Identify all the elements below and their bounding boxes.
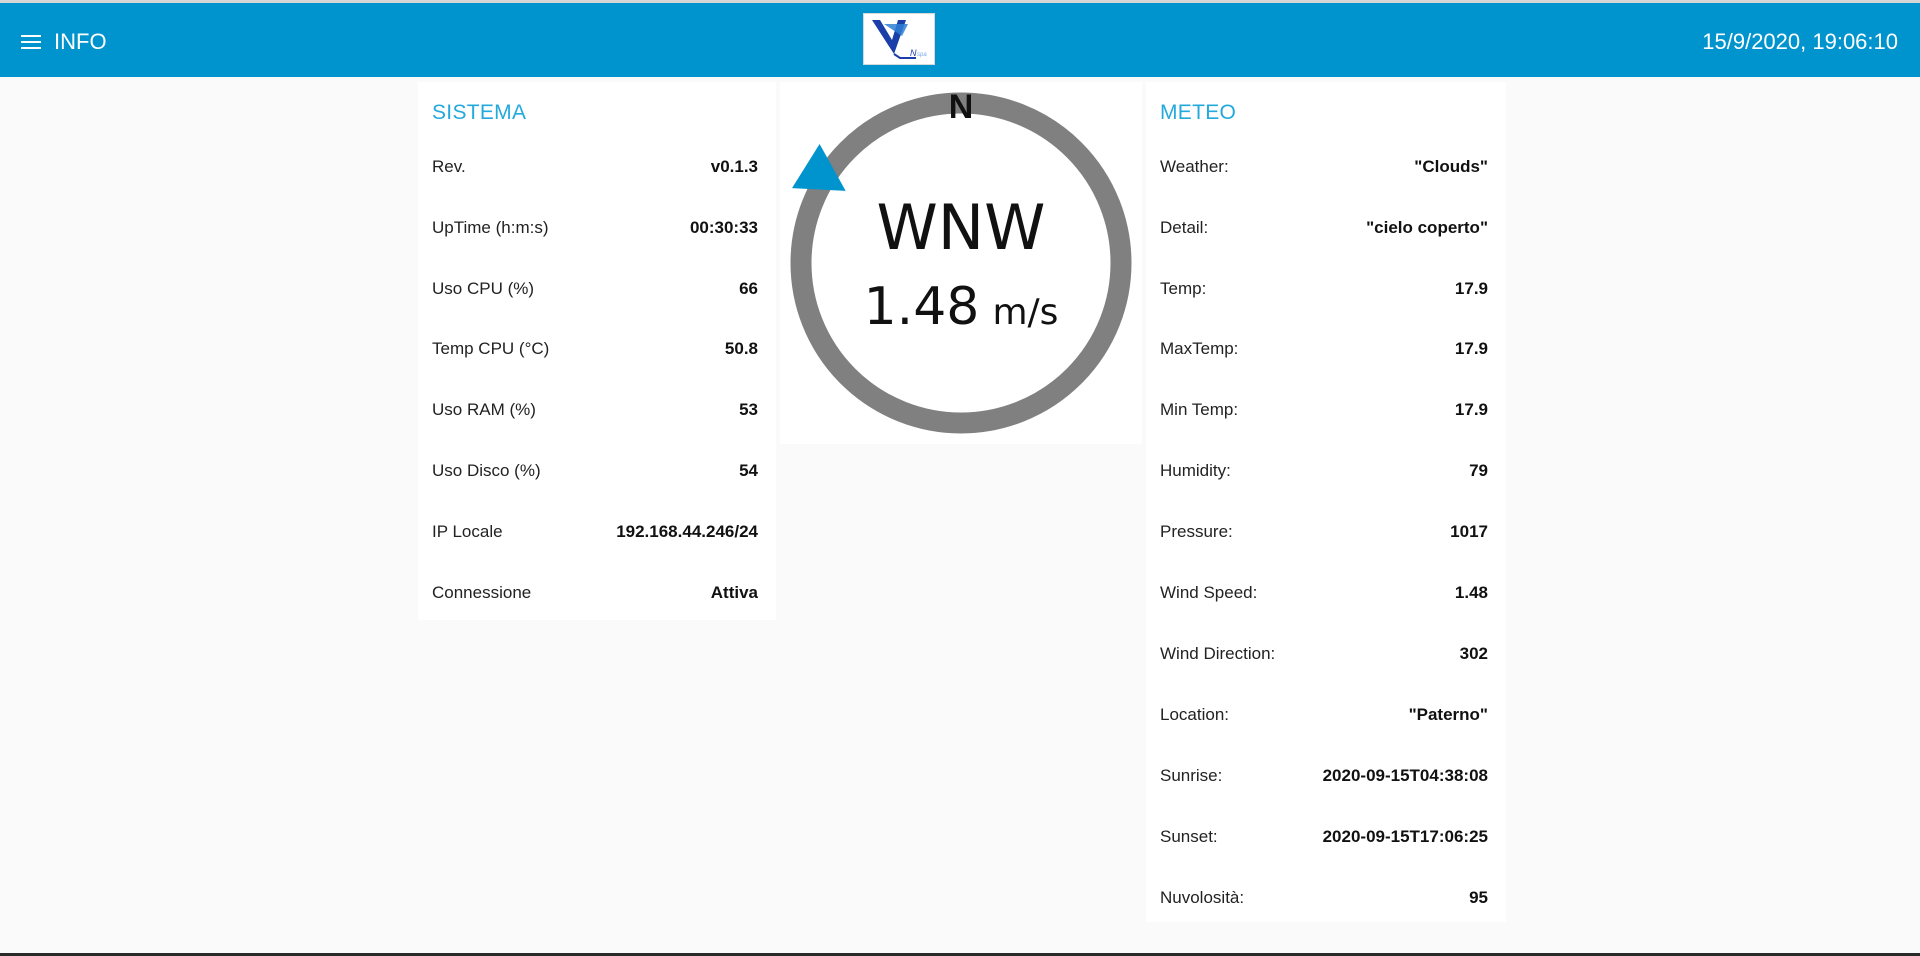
row-label: Temp: — [1160, 279, 1207, 298]
meteo-row: Min Temp: 17.9 — [1160, 395, 1488, 425]
row-value: 17.9 — [1454, 279, 1488, 298]
row-label: Min Temp: — [1160, 400, 1239, 419]
meteo-row: Humidity: 79 — [1160, 456, 1488, 486]
row-value: 17.9 — [1454, 400, 1488, 419]
row-value: Attiva — [710, 583, 758, 602]
wind-direction-label: WNW — [877, 191, 1046, 264]
row-label: Uso RAM (%) — [432, 400, 536, 419]
page-title: INFO — [54, 29, 107, 54]
wind-compass-card: N WNW 1.48 m/s — [780, 82, 1142, 444]
row-label: Weather: — [1160, 157, 1229, 176]
row-value: 00:30:33 — [689, 218, 758, 237]
row-value: 54 — [739, 461, 758, 480]
meteo-row: Nuvolosità: 95 — [1160, 883, 1488, 913]
row-value: 53 — [739, 400, 758, 419]
row-value: v0.1.3 — [710, 157, 758, 176]
row-value: "cielo coperto" — [1366, 218, 1488, 237]
wind-speed-value: 1.48 — [864, 277, 980, 337]
meteo-row: Weather: "Clouds" — [1160, 152, 1488, 182]
wind-speed-unit: m/s — [992, 292, 1058, 333]
meteo-row: Wind Speed: 1.48 — [1160, 578, 1488, 608]
sistema-row: IP Locale 192.168.44.246/24 — [432, 517, 758, 547]
row-value: 2020-09-15T17:06:25 — [1322, 827, 1488, 846]
row-label: Temp CPU (°C) — [432, 339, 550, 358]
row-label: Location: — [1160, 705, 1229, 724]
row-value: 302 — [1459, 644, 1488, 663]
meteo-row: Detail: "cielo coperto" — [1160, 213, 1488, 243]
app-header: INFO N spa 15/9/2020, 19:06:10 — [0, 3, 1920, 77]
row-label: Wind Direction: — [1160, 644, 1276, 663]
compass-north-label: N — [949, 88, 974, 126]
header-datetime: 15/9/2020, 19:06:10 — [1702, 29, 1898, 54]
row-value: 66 — [739, 279, 758, 298]
meteo-row: Pressure: 1017 — [1160, 517, 1488, 547]
sistema-row: UpTime (h:m:s) 00:30:33 — [432, 213, 758, 243]
row-value: 79 — [1469, 461, 1488, 480]
row-label: Connessione — [432, 583, 532, 602]
sistema-row: Temp CPU (°C) 50.8 — [432, 334, 758, 364]
meteo-row: Temp: 17.9 — [1160, 274, 1488, 304]
row-label: Nuvolosità: — [1160, 888, 1245, 907]
wind-compass: N WNW 1.48 m/s — [790, 88, 1132, 434]
row-value: "Paterno" — [1408, 705, 1488, 724]
row-label: Sunset: — [1160, 827, 1218, 846]
row-label: Pressure: — [1160, 522, 1233, 541]
row-label: Uso CPU (%) — [432, 279, 535, 298]
row-label: UpTime (h:m:s) — [432, 218, 549, 237]
meteo-card: METEO Weather: "Clouds" Detail: "cielo c… — [1146, 82, 1506, 922]
meteo-row: Wind Direction: 302 — [1160, 639, 1488, 669]
row-label: Uso Disco (%) — [432, 461, 541, 480]
sistema-row: Uso CPU (%) 66 — [432, 274, 758, 304]
sistema-row: Uso RAM (%) 53 — [432, 395, 758, 425]
row-label: Detail: — [1160, 218, 1209, 237]
meteo-row: Sunset: 2020-09-15T17:06:25 — [1160, 822, 1488, 852]
meteo-row: Location: "Paterno" — [1160, 700, 1488, 730]
row-label: MaxTemp: — [1160, 339, 1239, 358]
wind-speed-readout: 1.48 m/s — [864, 277, 1059, 337]
company-logo: N spa — [863, 13, 935, 65]
row-label: IP Locale — [432, 522, 503, 541]
row-value: 95 — [1469, 888, 1488, 907]
row-label: Humidity: — [1160, 461, 1231, 480]
svg-text:spa: spa — [917, 52, 927, 58]
logo-graphic: N spa — [872, 20, 927, 59]
svg-text:N: N — [910, 48, 917, 58]
sistema-card: SISTEMA Rev. v0.1.3 UpTime (h:m:s) 00:30… — [418, 82, 776, 620]
row-label: Wind Speed: — [1160, 583, 1258, 602]
row-value: 50.8 — [724, 339, 758, 358]
row-value: 17.9 — [1454, 339, 1488, 358]
row-label: Rev. — [432, 157, 466, 176]
meteo-row: Sunrise: 2020-09-15T04:38:08 — [1160, 761, 1488, 791]
sistema-row: Connessione Attiva — [432, 578, 758, 608]
row-label: Sunrise: — [1160, 766, 1223, 785]
meteo-row: MaxTemp: 17.9 — [1160, 334, 1488, 364]
sistema-row: Uso Disco (%) 54 — [432, 456, 758, 486]
sistema-title: SISTEMA — [432, 101, 527, 124]
hamburger-menu-icon[interactable] — [21, 35, 41, 49]
row-value: 1017 — [1450, 522, 1488, 541]
row-value: 1.48 — [1454, 583, 1488, 602]
row-value: 192.168.44.246/24 — [616, 522, 758, 541]
sistema-row: Rev. v0.1.3 — [432, 152, 758, 182]
row-value: 2020-09-15T04:38:08 — [1322, 766, 1488, 785]
row-value: "Clouds" — [1414, 157, 1488, 176]
meteo-title: METEO — [1160, 101, 1237, 124]
